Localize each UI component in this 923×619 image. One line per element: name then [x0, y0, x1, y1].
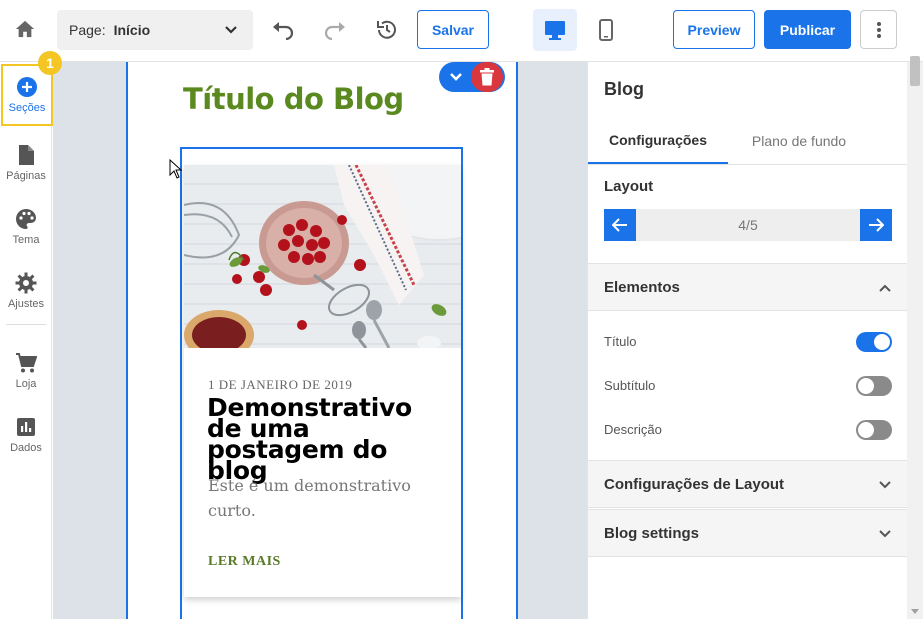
scrollbar-thumb[interactable]: [910, 56, 920, 86]
sidebar-divider: [6, 324, 46, 325]
app-root: Page: Início Salvar Preview Publicar Seç…: [0, 0, 923, 619]
plus-circle-icon: [17, 77, 37, 97]
step-badge: 1: [38, 51, 62, 75]
section-header-label: Elementos: [604, 279, 680, 296]
page-selector-value: Início: [113, 22, 151, 38]
chevron-down-icon: [879, 481, 891, 489]
tab-plano-de-fundo[interactable]: Plano de fundo: [728, 118, 870, 164]
settings-panel: Blog Configurações Plano de fundo Layout…: [587, 62, 908, 619]
panel-title: Blog: [604, 79, 644, 99]
blog-post-date: 1 DE JANEIRO DE 2019: [208, 377, 353, 392]
tab-configuracoes[interactable]: Configurações: [588, 118, 728, 164]
section-controls: [439, 62, 505, 92]
home-button[interactable]: [10, 14, 40, 44]
toggle-label: Descrição: [604, 422, 662, 437]
tabs-divider: [588, 164, 908, 165]
redo-icon: [324, 22, 345, 40]
toggle-label: Subtítulo: [604, 378, 656, 393]
page-selector[interactable]: Page: Início: [57, 10, 253, 50]
mouse-cursor-icon: [169, 158, 183, 184]
undo-button[interactable]: [268, 15, 298, 45]
blog-settings-section-header[interactable]: Blog settings: [588, 509, 908, 557]
mobile-icon: [599, 19, 613, 41]
sidebar-item-label: Loja: [15, 378, 37, 390]
sidebar-item-loja[interactable]: Loja: [0, 342, 52, 398]
chevron-up-icon: [879, 284, 891, 292]
sidebar-item-label: Páginas: [6, 170, 46, 182]
elements-section-header[interactable]: Elementos: [588, 263, 908, 311]
section-header-label: Blog settings: [604, 525, 700, 542]
sidebar-item-label: Dados: [10, 442, 42, 454]
chevron-down-icon: [879, 530, 891, 538]
layout-settings-section-header[interactable]: Configurações de Layout: [588, 460, 908, 508]
home-icon: [15, 20, 35, 38]
toggle-row-descricao: Descrição: [604, 419, 892, 441]
toggle-row-subtitulo: Subtítulo: [604, 375, 892, 397]
arrow-right-icon: [869, 218, 884, 232]
read-more-link[interactable]: LER MAIS: [208, 554, 281, 570]
history-icon: [377, 20, 396, 39]
mobile-view-button[interactable]: [584, 9, 628, 51]
sidebar-item-label: Ajustes: [7, 298, 45, 310]
page-selector-label: Page:: [69, 22, 106, 38]
history-button[interactable]: [372, 15, 402, 45]
descricao-toggle[interactable]: [856, 420, 892, 440]
titulo-toggle[interactable]: [856, 332, 892, 352]
chevron-down-icon: [225, 26, 237, 34]
layout-prev-button[interactable]: [604, 209, 636, 241]
section-header-label: Configurações de Layout: [604, 476, 785, 493]
save-button[interactable]: Salvar: [417, 10, 489, 49]
scroll-down-icon: [911, 609, 919, 614]
redo-button[interactable]: [320, 15, 350, 45]
sidebar-item-tema[interactable]: Tema: [0, 198, 52, 254]
trash-icon: [480, 68, 494, 86]
blog-post-card[interactable]: 1 DE JANEIRO DE 2019 Demonstrativo de um…: [184, 165, 461, 597]
cart-icon: [16, 353, 37, 373]
page-preview[interactable]: Título do Blog 1 DE JANEIRO DE 2019 Demo…: [126, 62, 518, 619]
layout-stepper: 4/5: [604, 209, 892, 241]
gear-icon: [15, 272, 37, 294]
section-delete-button[interactable]: [471, 62, 503, 92]
publish-button[interactable]: Publicar: [764, 10, 851, 49]
blog-title[interactable]: Título do Blog: [183, 82, 404, 116]
blog-card-selection[interactable]: 1 DE JANEIRO DE 2019 Demonstrativo de um…: [180, 147, 463, 619]
undo-icon: [273, 22, 294, 40]
chart-icon: [17, 418, 35, 436]
sidebar-item-label: Seções: [8, 102, 46, 114]
chevron-down-icon: [450, 73, 462, 81]
desktop-icon: [545, 21, 565, 40]
blog-post-description: Este é um demonstrativo curto.: [208, 476, 411, 520]
top-toolbar: Page: Início Salvar Preview Publicar: [0, 0, 923, 62]
sidebar-item-ajustes[interactable]: Ajustes: [0, 262, 52, 318]
sidebar-item-paginas[interactable]: Páginas: [0, 134, 52, 190]
toggle-row-titulo: Título: [604, 331, 892, 353]
panel-scrollbar[interactable]: [907, 56, 923, 619]
page-icon: [19, 145, 34, 165]
desktop-view-button[interactable]: [533, 9, 577, 51]
layout-next-button[interactable]: [860, 209, 892, 241]
preview-button[interactable]: Preview: [673, 10, 755, 49]
layout-label: Layout: [604, 178, 654, 195]
more-vertical-icon: [876, 21, 881, 38]
sidebar-item-label: Tema: [12, 234, 40, 246]
editor-canvas: Título do Blog 1 DE JANEIRO DE 2019 Demo…: [53, 62, 587, 619]
blog-post-title[interactable]: Demonstrativo de uma postagem do blog: [207, 395, 447, 483]
layout-value: 4/5: [738, 217, 758, 233]
subtitulo-toggle[interactable]: [856, 376, 892, 396]
section-collapse-button[interactable]: [445, 66, 467, 88]
sidebar-item-dados[interactable]: Dados: [0, 406, 52, 462]
left-sidebar: Seções Páginas Tema Ajustes Loja Dados: [0, 62, 53, 619]
blog-post-image: [184, 165, 461, 348]
more-options-button[interactable]: [860, 10, 897, 49]
palette-icon: [16, 209, 36, 229]
arrow-left-icon: [612, 218, 627, 232]
toggle-label: Título: [604, 334, 637, 349]
